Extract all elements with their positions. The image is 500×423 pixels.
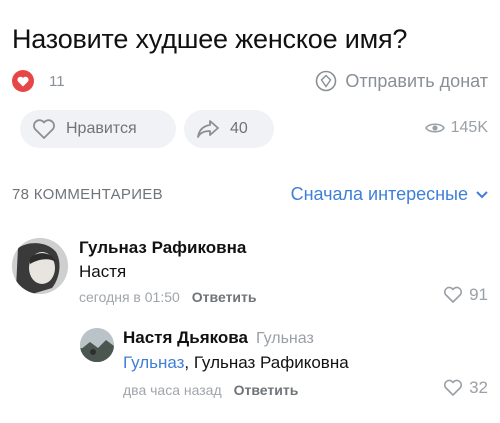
avatar[interactable] [12, 238, 68, 294]
like-label: Нравится [66, 120, 137, 137]
reply-button[interactable]: Ответить [192, 289, 257, 305]
avatar[interactable] [80, 328, 114, 362]
heart-icon [33, 119, 55, 139]
comment-author[interactable]: Настя Дьякова [123, 328, 248, 348]
views-count: 145K [450, 119, 488, 136]
heart-icon [444, 286, 463, 303]
share-count: 40 [230, 120, 248, 137]
reply-header: Настя Дьякова Гульназ [123, 328, 314, 348]
comment: Гульназ Рафиковна Настя сегодня в 01:50 … [12, 238, 488, 308]
reply-button[interactable]: Ответить [234, 382, 299, 398]
reactions-row: 11 Отправить донат [12, 68, 488, 94]
mention-link[interactable]: Гульназ [123, 353, 184, 372]
comment-text: Гульназ, Гульназ Рафиковна [123, 353, 349, 373]
coin-icon [316, 70, 337, 92]
heart-icon [444, 379, 463, 396]
comment-meta: два часа назад Ответить [123, 382, 298, 398]
views-counter: 145K [424, 119, 488, 137]
comments-header: 78 КОММЕНТАРИЕВ Сначала интересные [12, 184, 488, 208]
like-button[interactable]: Нравится [20, 110, 176, 148]
post-actions: Нравится 40 145K [12, 110, 488, 150]
comment-reply: Настя Дьякова Гульназ Гульназ, Гульназ Р… [74, 328, 488, 404]
comment-like-count: 32 [469, 378, 488, 397]
comment-time: два часа назад [123, 382, 222, 398]
comment-like-button[interactable]: 32 [443, 378, 488, 398]
post-title: Назовите худшее женское имя? [12, 24, 408, 54]
chevron-down-icon [476, 190, 488, 198]
comment-time: сегодня в 01:50 [79, 289, 180, 305]
share-button[interactable]: 40 [184, 110, 274, 148]
comment-like-count: 91 [469, 285, 488, 304]
comment-text-rest: , Гульназ Рафиковна [184, 353, 349, 372]
comment-text: Настя [79, 262, 127, 281]
comments-count: 78 КОММЕНТАРИЕВ [12, 186, 163, 203]
eye-icon [424, 123, 445, 133]
heart-reaction-icon[interactable] [12, 70, 34, 92]
sort-label: Сначала интересные [290, 184, 468, 204]
sort-dropdown[interactable]: Сначала интересные [291, 184, 488, 205]
share-icon [197, 120, 219, 138]
donate-button[interactable]: Отправить донат [315, 70, 488, 92]
comment-like-button[interactable]: 91 [443, 285, 488, 305]
donate-label: Отправить донат [345, 70, 488, 91]
reply-to-name[interactable]: Гульназ [256, 330, 314, 348]
reaction-count: 11 [49, 73, 65, 90]
comment-meta: сегодня в 01:50 Ответить [79, 289, 257, 305]
comment-author[interactable]: Гульназ Рафиковна [79, 238, 246, 258]
